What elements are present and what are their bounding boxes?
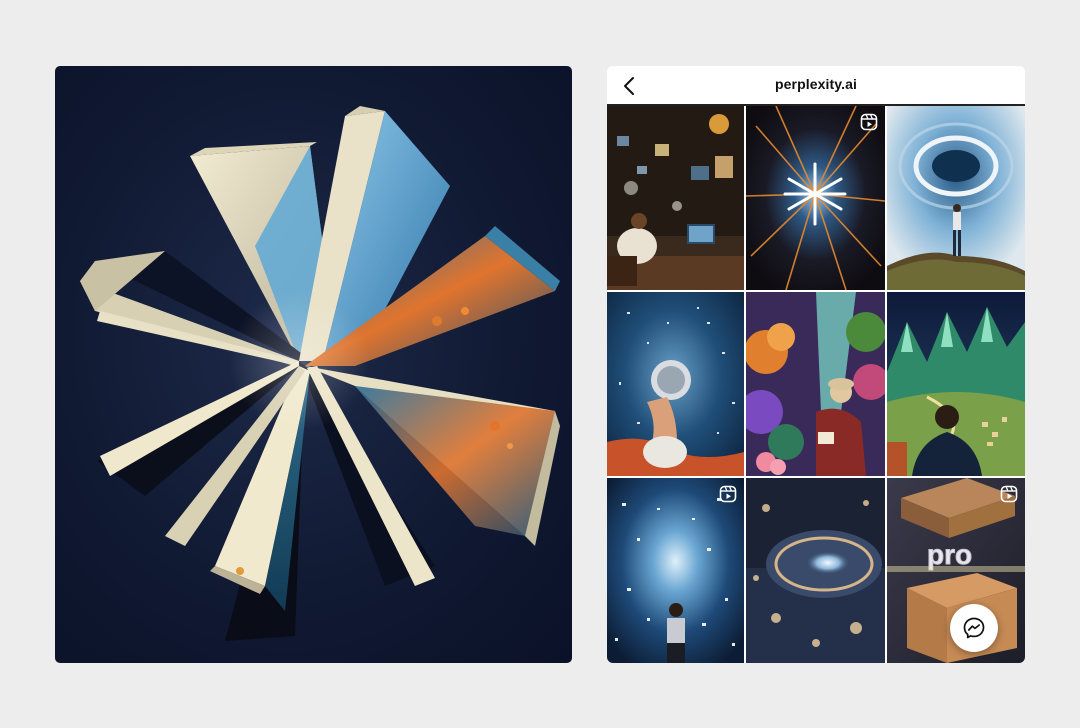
grid-post-7[interactable] xyxy=(607,478,744,663)
post-grid: pro xyxy=(607,106,1025,663)
profile-username: perplexity.ai xyxy=(775,76,857,92)
post-thumbnail xyxy=(746,478,885,663)
post-thumbnail xyxy=(746,292,885,476)
featured-artwork xyxy=(55,66,572,663)
grid-post-1[interactable] xyxy=(607,106,744,290)
profile-screen: perplexity.ai pro xyxy=(607,66,1025,663)
book-starburst-illustration xyxy=(80,106,560,641)
grid-post-3[interactable] xyxy=(887,106,1025,290)
grid-post-8[interactable] xyxy=(746,478,885,663)
pro-label: pro xyxy=(927,539,972,570)
messenger-button[interactable] xyxy=(950,604,998,652)
post-thumbnail xyxy=(887,292,1025,476)
grid-post-6[interactable] xyxy=(887,292,1025,476)
reels-icon xyxy=(1000,485,1018,503)
grid-post-4[interactable] xyxy=(607,292,744,476)
reels-icon xyxy=(860,113,878,131)
post-thumbnail xyxy=(887,106,1025,290)
post-thumbnail xyxy=(607,106,744,290)
grid-post-2[interactable] xyxy=(746,106,885,290)
messenger-icon xyxy=(963,617,985,639)
reels-icon xyxy=(719,485,737,503)
post-thumbnail xyxy=(746,106,885,290)
post-thumbnail xyxy=(607,478,744,663)
post-thumbnail xyxy=(607,292,744,476)
top-navigation-bar: perplexity.ai xyxy=(607,66,1025,104)
grid-post-5[interactable] xyxy=(746,292,885,476)
